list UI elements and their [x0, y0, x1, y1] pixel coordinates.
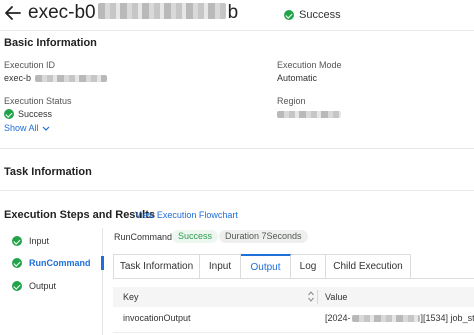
execution-mode-value: Automatic	[277, 73, 318, 83]
chevron-down-icon	[42, 126, 49, 131]
redacted-timestamp-block	[351, 314, 420, 322]
execution-status-value: Success	[4, 109, 52, 119]
active-step-indicator	[101, 256, 104, 270]
step-detail-tabs: Task Information Input Output Log Child …	[113, 254, 411, 279]
execution-title-prefix: exec-b0	[28, 2, 96, 23]
step-status-tag: Success	[172, 230, 219, 243]
step-detail-name: RunCommand	[114, 232, 173, 242]
execution-status-text: Success	[299, 9, 341, 21]
check-circle-icon	[12, 258, 22, 268]
tabs-baseline	[113, 278, 474, 279]
show-all-text: Show All	[4, 123, 39, 133]
execution-status-label: Execution Status	[4, 96, 72, 106]
execution-status-value-text: Success	[18, 109, 53, 119]
show-all-link[interactable]: Show All	[4, 123, 50, 133]
check-circle-icon	[4, 109, 14, 119]
table-cell-value-suffix: ][1534] job_start	[420, 313, 474, 323]
check-circle-icon	[12, 281, 22, 291]
region-value	[277, 111, 341, 118]
redacted-id-block	[35, 74, 108, 82]
step-item-input[interactable]: Input	[12, 236, 49, 246]
execution-title-suffix: b	[227, 2, 239, 23]
table-cell-key: invocationOutput	[123, 313, 191, 323]
sort-icon[interactable]	[308, 291, 314, 302]
execution-steps-title: Execution Steps and Results	[4, 209, 155, 221]
step-item-label: Input	[29, 236, 50, 246]
column-header-key[interactable]: Key	[113, 287, 318, 307]
section-divider	[0, 148, 474, 149]
step-item-output[interactable]: Output	[12, 281, 56, 291]
execution-id-label: Execution ID	[4, 60, 56, 70]
table-cell-value: [2024- ][1534] job_start	[325, 313, 474, 323]
output-table: Key Value invocationOutput [2024- ][1534]…	[113, 287, 474, 335]
redacted-region-block	[277, 111, 341, 118]
execution-id-text: exec-b	[4, 73, 32, 83]
tab-log[interactable]: Log	[291, 254, 326, 279]
tab-task-information[interactable]: Task Information	[113, 254, 200, 279]
region-label: Region	[277, 96, 306, 106]
tab-child-execution[interactable]: Child Execution	[326, 254, 411, 279]
steps-rail	[102, 228, 103, 335]
execution-status-badge: Success	[284, 9, 341, 21]
tab-output[interactable]: Output	[241, 254, 291, 279]
step-duration-tag: Duration 7Seconds	[219, 230, 308, 243]
redacted-id-block	[97, 2, 226, 19]
check-circle-icon	[284, 10, 294, 20]
page-header: exec-b0 b Success	[0, 0, 474, 32]
tab-input[interactable]: Input	[200, 254, 241, 279]
execution-id-value: exec-b	[4, 73, 108, 83]
column-header-value-text: Value	[325, 292, 348, 302]
execution-title: exec-b0 b	[28, 2, 238, 24]
column-header-key-text: Key	[123, 292, 139, 302]
step-item-runcommand[interactable]: RunCommand	[12, 258, 91, 268]
table-cell-value-prefix: [2024-	[325, 313, 351, 323]
arrow-left-icon[interactable]	[4, 4, 22, 22]
table-row-divider	[113, 332, 474, 333]
check-circle-icon	[12, 236, 22, 246]
task-info-title: Task Information	[4, 166, 92, 178]
view-flowchart-link[interactable]: View Execution Flowchart	[135, 210, 238, 220]
step-item-label: RunCommand	[29, 258, 91, 268]
execution-mode-label: Execution Mode	[277, 60, 342, 70]
basic-info-title: Basic Information	[4, 37, 97, 49]
section-divider	[0, 190, 474, 191]
column-header-value: Value	[318, 287, 474, 307]
header-divider	[0, 30, 474, 31]
step-item-label: Output	[29, 281, 57, 291]
